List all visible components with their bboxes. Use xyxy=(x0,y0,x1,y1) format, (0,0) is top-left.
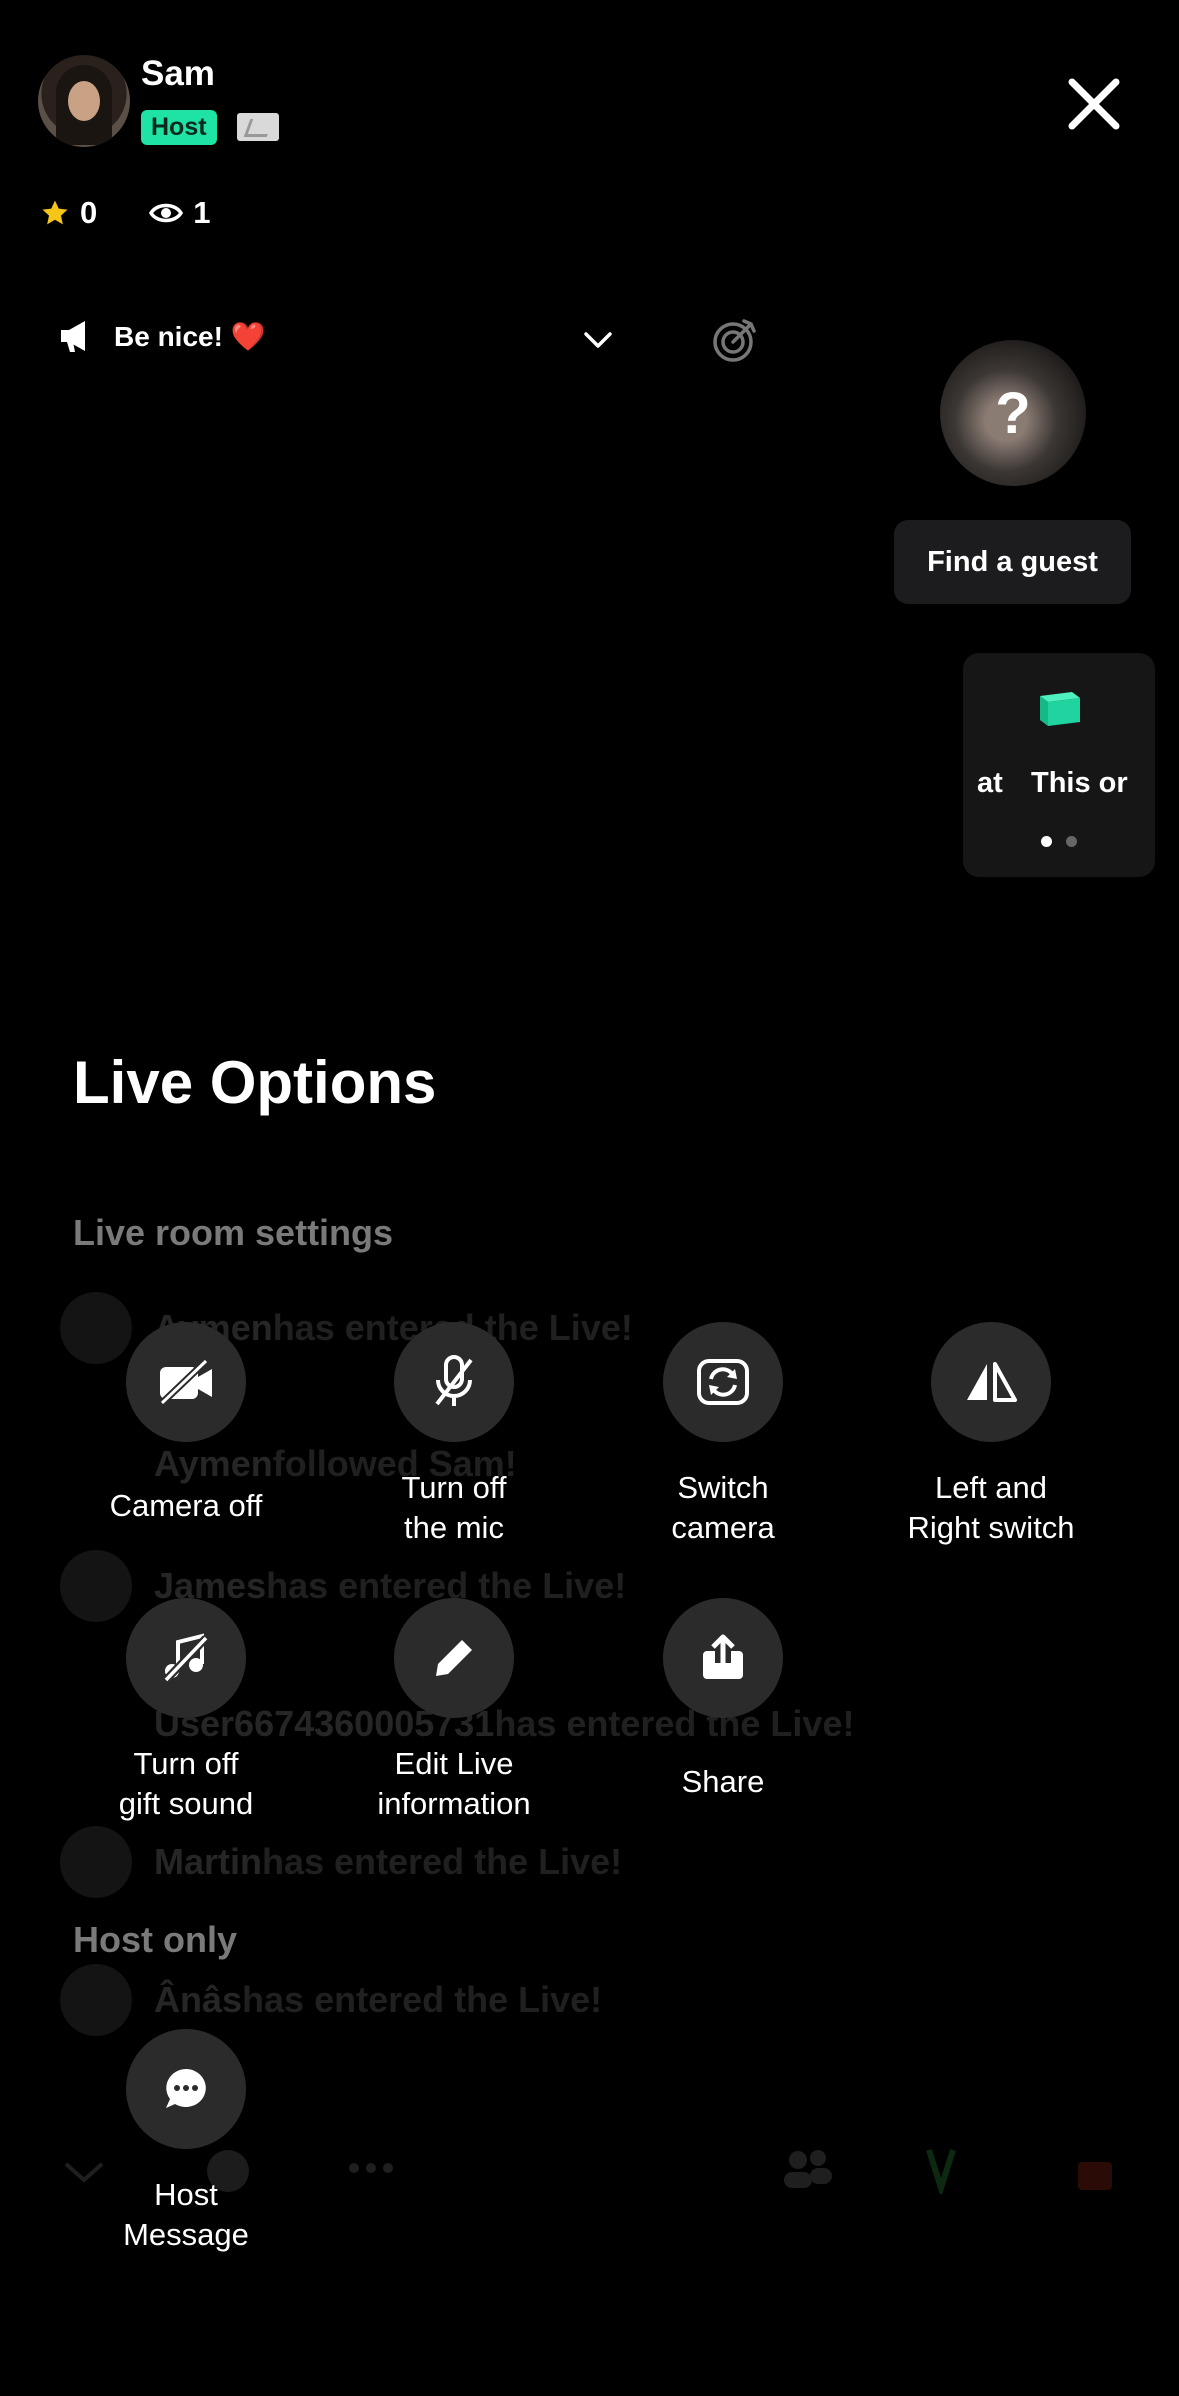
pencil-icon xyxy=(436,1640,472,1676)
more-icon[interactable] xyxy=(348,2162,394,2174)
chat-line: Martin has entered the Live! xyxy=(60,1826,622,1898)
game-card-text-prev: at xyxy=(977,767,1003,799)
share-icon xyxy=(703,1634,743,1679)
switch-camera-option[interactable]: Switch camera xyxy=(589,1322,857,1548)
edit-live-info-button[interactable] xyxy=(394,1598,514,1718)
carousel-dot-active xyxy=(1041,836,1052,847)
host-message-button[interactable] xyxy=(126,2029,246,2149)
share-button[interactable] xyxy=(663,1598,783,1718)
viewers-stat[interactable]: 1 xyxy=(149,195,211,231)
gift-sound-option[interactable]: Turn off gift sound xyxy=(52,1598,320,1824)
gift-icon[interactable] xyxy=(1074,2148,1116,2192)
goal-target-icon[interactable] xyxy=(710,315,760,365)
switch-camera-label: Switch camera xyxy=(671,1470,775,1545)
camera-off-option[interactable]: Camera off xyxy=(52,1322,320,1526)
section-live-room-settings: Live room settings xyxy=(73,1212,394,1253)
left-right-switch-option[interactable]: Left and Right switch xyxy=(857,1322,1125,1548)
guests-icon[interactable] xyxy=(780,2146,834,2190)
chat-line: Ânâs has entered the Live! xyxy=(60,1964,602,2036)
guest-slot-avatar[interactable]: ? xyxy=(940,340,1086,486)
switch-camera-icon xyxy=(697,1359,749,1405)
carousel-dots xyxy=(963,836,1155,847)
chat-user: Ânâs xyxy=(154,1979,243,2020)
mic-off-label: Turn off the mic xyxy=(401,1470,507,1545)
gift-sound-button[interactable] xyxy=(126,1598,246,1718)
camera-off-icon xyxy=(159,1359,212,1405)
viewers-count: 1 xyxy=(193,195,211,230)
edit-live-info-label: Edit Live information xyxy=(377,1746,531,1821)
guest-placeholder-icon: ? xyxy=(995,380,1031,446)
announcement-bar[interactable]: Be nice! ❤️ xyxy=(58,318,266,354)
find-guest-button[interactable]: Find a guest xyxy=(894,520,1131,604)
section-host-only: Host only xyxy=(73,1919,238,1960)
eye-icon xyxy=(149,203,184,223)
game-carousel-card[interactable]: at This or xyxy=(963,653,1155,877)
live-stats: 0 1 xyxy=(40,195,263,231)
chevron-down-icon[interactable] xyxy=(578,325,618,355)
mic-off-button[interactable] xyxy=(394,1322,514,1442)
left-right-switch-button[interactable] xyxy=(931,1322,1051,1442)
share-label: Share xyxy=(681,1764,765,1799)
star-icon xyxy=(42,200,68,225)
mic-off-option[interactable]: Turn off the mic xyxy=(320,1322,588,1548)
close-icon[interactable] xyxy=(1062,72,1126,136)
megaphone-icon xyxy=(61,321,85,352)
game-card-text: This or xyxy=(1031,767,1128,799)
camera-off-button[interactable] xyxy=(126,1322,246,1442)
host-badge: Host xyxy=(141,110,217,145)
chat-message: has entered the Live! xyxy=(262,1841,623,1882)
stars-stat[interactable]: 0 xyxy=(40,195,97,231)
gift-sound-label: Turn off gift sound xyxy=(118,1746,254,1821)
host-avatar[interactable] xyxy=(38,55,130,147)
left-right-switch-label: Left and Right switch xyxy=(907,1470,1075,1545)
mic-off-icon xyxy=(435,1355,473,1406)
host-message-label: Host Message xyxy=(123,2177,249,2252)
announcement-text: Be nice! ❤️ xyxy=(114,320,266,352)
sheet-title: Live Options xyxy=(73,1049,437,1116)
edit-live-info-option[interactable]: Edit Live information xyxy=(320,1598,588,1824)
stars-count: 0 xyxy=(80,195,98,230)
host-message-option[interactable]: Host Message xyxy=(52,2029,320,2255)
cube-icon xyxy=(1040,692,1080,726)
level-badge-icon xyxy=(237,113,279,141)
music-off-icon xyxy=(163,1633,209,1683)
carousel-dot xyxy=(1066,836,1077,847)
chat-message: has entered the Live! xyxy=(242,1979,603,2020)
camera-off-label: Camera off xyxy=(109,1488,263,1523)
switch-camera-button[interactable] xyxy=(663,1322,783,1442)
versus-icon[interactable] xyxy=(925,2144,981,2194)
share-option[interactable]: Share xyxy=(589,1598,857,1802)
host-name: Sam xyxy=(141,54,215,93)
chat-user: Martin xyxy=(154,1841,262,1882)
mirror-icon xyxy=(967,1362,1017,1402)
chat-bubble-icon xyxy=(166,2069,206,2108)
